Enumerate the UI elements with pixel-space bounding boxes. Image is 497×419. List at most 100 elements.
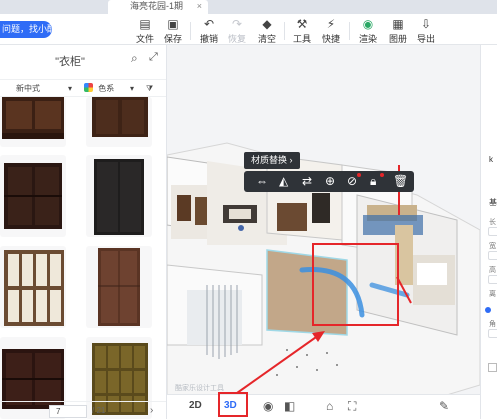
style-filter-label: 新中式 — [16, 84, 40, 93]
tools-label: 工具 — [292, 34, 311, 44]
mirror-icon[interactable]: ◭ — [279, 174, 288, 188]
cube-icon[interactable]: ◧ — [284, 399, 295, 413]
shortcut-label: 快捷 — [321, 34, 340, 44]
drawing-label: 图册 — [388, 34, 407, 44]
length-label: 长 — [489, 219, 496, 226]
camera-icon[interactable]: ⌂ — [326, 399, 333, 413]
elevation-label: 离 — [489, 291, 496, 298]
color-filter-label: 色系 — [98, 84, 115, 93]
redo-icon: ↷ — [231, 17, 243, 31]
watermark: 酷家乐设计工具 — [175, 383, 224, 392]
clear-label: 清空 — [257, 34, 276, 44]
notification-dot — [357, 173, 361, 177]
toolbar-divider — [349, 22, 350, 40]
app-root: 海亮花园-1期 × 问题，找小酷 ▤ 文件 ▣ 保存 ↶ 撤销 ↷ 恢复 ◆ 清… — [0, 0, 497, 419]
angle-input[interactable] — [488, 329, 497, 338]
color-swatch-icon — [84, 83, 93, 92]
shortcut-button[interactable]: ⚡ 快捷 — [318, 17, 344, 45]
length-input[interactable] — [488, 227, 497, 236]
export-label: 导出 — [416, 34, 435, 44]
clear-icon: ◆ — [262, 17, 272, 31]
tab-close-icon[interactable]: × — [197, 0, 202, 12]
view-2d-button[interactable]: 2D — [189, 400, 202, 411]
width-label: 宽 — [489, 243, 496, 250]
page-number-input[interactable]: 7 — [49, 405, 87, 418]
render-button[interactable]: ◉ 渲染 — [355, 17, 381, 45]
copy-icon[interactable]: ⊕ — [325, 174, 335, 188]
object-toolbar: ⇔ ◭ ⇄ ⊕ ⊘ 🔒︎ 🗑︎ — [244, 171, 414, 192]
panel-title: k — [489, 155, 493, 164]
chevron-down-icon: ▾ — [67, 84, 72, 93]
3d-viewport[interactable]: 酷家乐设计工具 — [167, 45, 480, 419]
save-icon: ▣ — [167, 17, 179, 31]
3d-floorplan-scene[interactable]: 酷家乐设计工具 — [167, 45, 480, 419]
property-panel: k 基 长 宽 高 离 角 — [480, 45, 497, 419]
undo-label: 撤销 — [199, 34, 218, 44]
tab-project[interactable]: 海亮花园-1期 × — [108, 0, 208, 14]
next-page-icon[interactable]: › — [150, 405, 153, 416]
filter-icon[interactable]: ⧩ — [146, 82, 153, 95]
height-label: 高 — [489, 267, 496, 274]
file-button[interactable]: ▤ 文件 — [132, 17, 158, 45]
undo-icon: ↶ — [203, 17, 215, 31]
page-total: / 21 — [92, 406, 106, 415]
toolbar-divider — [284, 22, 285, 40]
save-button[interactable]: ▣ 保存 — [160, 17, 186, 45]
basic-section-label: 基 — [489, 198, 497, 207]
filter-bar: 新中式 ▾ 色系 ▾ ⧩ — [0, 79, 166, 97]
angle-label: 角 — [489, 321, 496, 328]
render-label: 渲染 — [358, 34, 377, 44]
expand-icon[interactable]: ⤢ — [149, 51, 158, 64]
hide-icon[interactable]: ⊘ — [347, 174, 357, 188]
redo-button[interactable]: ↷ 恢复 — [224, 17, 250, 45]
width-input[interactable] — [488, 251, 497, 260]
material-replace-button[interactable]: 材质替换 › — [244, 152, 300, 169]
main-toolbar: 问题，找小酷 ▤ 文件 ▣ 保存 ↶ 撤销 ↷ 恢复 ◆ 清空 ⚒ 工具 ⚡ 快 — [0, 14, 497, 45]
product-thumbnail[interactable] — [86, 155, 152, 237]
option-checkbox[interactable] — [488, 363, 497, 372]
slider-handle[interactable] — [485, 307, 491, 313]
catalog-title: "衣柜" — [55, 56, 85, 68]
height-input[interactable] — [488, 275, 497, 284]
drawing-icon: ▦ — [392, 17, 404, 31]
lock-icon[interactable]: 🔒︎ — [370, 174, 376, 189]
eye-icon[interactable]: ◉ — [263, 399, 273, 413]
export-button[interactable]: ⇩ 导出 — [413, 17, 439, 45]
tools-icon: ⚒ — [296, 17, 308, 31]
render-icon: ◉ — [362, 17, 374, 31]
style-filter[interactable]: 新中式 ▾ — [16, 82, 74, 95]
toolbar-divider — [190, 22, 191, 40]
chevron-down-icon: ▾ — [129, 84, 134, 93]
view-bar: 2D 3D ◉ ◧ ⌂ ⛶ ✎ — [167, 394, 480, 419]
drawing-button[interactable]: ▦ 图册 — [385, 17, 411, 45]
file-icon: ▤ — [139, 17, 151, 31]
export-icon: ⇩ — [420, 17, 432, 31]
tab-title: 海亮花园-1期 — [130, 1, 184, 11]
undo-button[interactable]: ↶ 撤销 — [196, 17, 222, 45]
tab-strip: 海亮花园-1期 × — [0, 0, 497, 14]
pen-icon[interactable]: ✎ — [439, 399, 449, 413]
color-filter[interactable]: 色系 ▾ — [84, 82, 136, 95]
annotation-3d-highlight — [218, 392, 248, 417]
help-button[interactable]: 问题，找小酷 — [0, 21, 52, 38]
swap-icon[interactable]: ⇄ — [302, 174, 312, 188]
product-thumbnail[interactable] — [0, 97, 66, 147]
file-label: 文件 — [135, 34, 154, 44]
product-thumbnail[interactable] — [86, 97, 152, 147]
catalog-panel: "衣柜" ⌕ ⤢ 新中式 ▾ 色系 ▾ ⧩ 7 / 21 › — [0, 45, 167, 419]
save-label: 保存 — [163, 34, 182, 44]
delete-icon[interactable]: 🗑︎ — [393, 174, 408, 188]
product-thumbnail[interactable] — [0, 246, 66, 328]
tools-button[interactable]: ⚒ 工具 — [289, 17, 315, 45]
redo-label: 恢复 — [227, 34, 246, 44]
screen-icon[interactable]: ⛶ — [348, 399, 356, 414]
flip-icon[interactable]: ⇔ — [256, 174, 268, 188]
product-thumbnail[interactable] — [0, 155, 66, 237]
product-grid — [0, 97, 166, 419]
notification-dot — [380, 173, 384, 177]
shortcut-icon: ⚡ — [326, 17, 336, 31]
search-icon[interactable]: ⌕ — [131, 51, 138, 66]
product-thumbnail[interactable] — [86, 246, 152, 328]
clear-button[interactable]: ◆ 清空 — [254, 17, 280, 45]
pagination: 7 / 21 › — [0, 401, 166, 419]
